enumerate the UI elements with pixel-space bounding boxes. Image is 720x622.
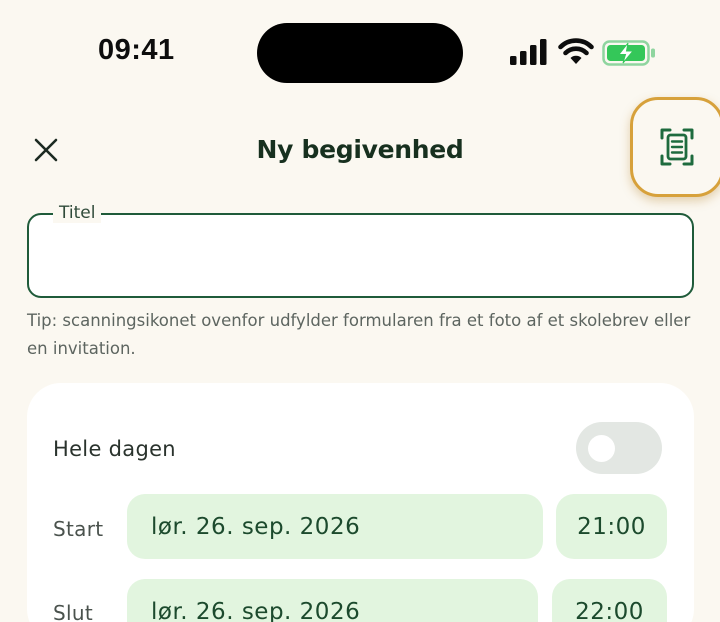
end-time-picker[interactable]: 22:00 <box>552 579 667 622</box>
title-field[interactable]: Titel <box>27 203 694 298</box>
end-date-picker[interactable]: lør. 26. sep. 2026 <box>127 579 538 622</box>
all-day-label: Hele dagen <box>53 437 176 461</box>
title-input[interactable] <box>49 235 672 282</box>
all-day-toggle[interactable] <box>576 422 662 474</box>
dynamic-island <box>257 23 463 83</box>
scan-document-button[interactable] <box>630 97 720 197</box>
battery-charging-icon <box>602 40 655 66</box>
start-time-picker[interactable]: 21:00 <box>556 494 667 559</box>
date-time-card: Hele dagen Start lør. 26. sep. 2026 21:0… <box>27 383 694 622</box>
toggle-knob <box>588 435 615 462</box>
status-time: 09:41 <box>98 34 175 66</box>
wifi-icon <box>558 38 594 64</box>
cellular-signal-icon <box>510 39 547 65</box>
start-date-picker[interactable]: lør. 26. sep. 2026 <box>127 494 543 559</box>
document-scan-icon <box>660 128 694 166</box>
end-label: Slut <box>53 601 93 622</box>
start-label: Start <box>53 517 104 541</box>
scan-tip-text: Tip: scanningsikonet ovenfor udfylder fo… <box>27 311 691 358</box>
page-title: Ny begivenhed <box>256 135 464 164</box>
title-field-label: Titel <box>53 203 102 223</box>
